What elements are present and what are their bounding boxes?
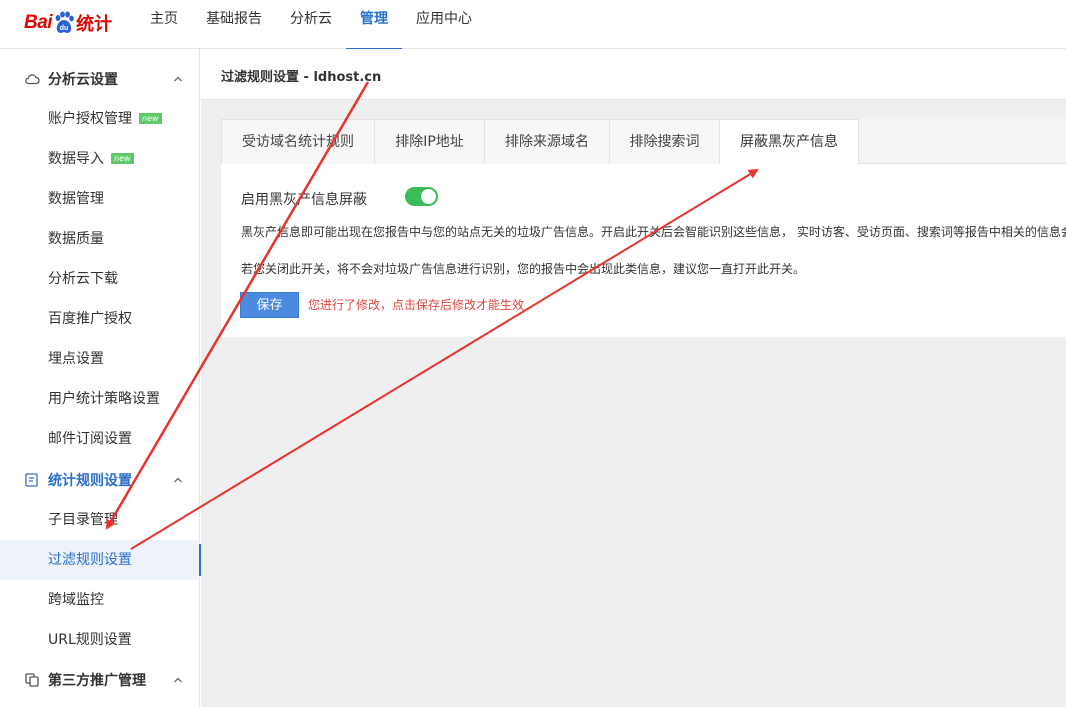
sidebar-item-cross-domain[interactable]: 跨域监控 <box>0 580 199 620</box>
sidebar-item-label: 数据导入 <box>48 151 104 167</box>
tab-visited-domain-rules[interactable]: 受访域名统计规则 <box>221 119 375 164</box>
sidebar-item-tracking-points[interactable]: 埋点设置 <box>0 339 199 379</box>
toggle-label: 启用黑灰产信息屏蔽 <box>241 192 367 208</box>
new-badge: new <box>139 113 162 124</box>
toggle-knob <box>421 189 436 204</box>
baidu-tongji-logo[interactable]: Bai du 统计 <box>24 6 112 40</box>
new-badge: new <box>111 153 134 164</box>
edit-list-icon <box>25 473 38 487</box>
nav-home[interactable]: 主页 <box>136 0 192 49</box>
nav-management[interactable]: 管理 <box>346 0 402 50</box>
description-text-1: 黑灰产信息即可能出现在您报告中与您的站点无关的垃圾广告信息。开启此开关后会智能识… <box>241 225 1066 239</box>
logo-tongji-text: 统计 <box>76 14 113 35</box>
nav-app-center[interactable]: 应用中心 <box>402 0 486 49</box>
tab-bar: 受访域名统计规则 排除IP地址 排除来源域名 排除搜索词 屏蔽黑灰产信息 <box>221 119 1066 165</box>
sidebar-item-cloud-download[interactable]: 分析云下载 <box>0 259 199 299</box>
spam-block-toggle-row: 启用黑灰产信息屏蔽 <box>241 187 438 209</box>
main-content: 过滤规则设置 - ldhost.cn 受访域名统计规则 排除IP地址 排除来源域… <box>201 49 1066 707</box>
filter-rules-panel: 受访域名统计规则 排除IP地址 排除来源域名 排除搜索词 屏蔽黑灰产信息 启用黑… <box>221 119 1066 337</box>
sidebar-item-baidu-promo-auth[interactable]: 百度推广授权 <box>0 299 199 339</box>
cloud-icon <box>25 74 40 85</box>
sidebar-group-label: 统计规则设置 <box>48 473 132 489</box>
description-text-2: 若您关闭此开关，将不会对垃圾广告信息进行识别，您的报告中会出现此类信息，建议您一… <box>241 262 806 276</box>
chevron-up-icon <box>174 76 182 82</box>
sidebar: 分析云设置 账户授权管理 new 数据导入 new 数据管理 数据质量 分析云下载 … <box>0 49 201 707</box>
save-button[interactable]: 保存 <box>240 292 299 318</box>
sidebar-item-url-rules[interactable]: URL规则设置 <box>0 620 199 660</box>
sidebar-group-stat-rules[interactable]: 统计规则设置 <box>0 460 200 500</box>
logo-bai-text: Bai <box>24 12 53 33</box>
sidebar-item-data-management[interactable]: 数据管理 <box>0 179 199 219</box>
sidebar-item-data-import[interactable]: 数据导入 new <box>0 139 199 179</box>
sidebar-group-label: 第三方推广管理 <box>48 673 146 689</box>
sidebar-group-label: 分析云设置 <box>48 72 118 88</box>
page-title: 过滤规则设置 - ldhost.cn <box>221 70 382 85</box>
baidu-paw-icon: du <box>55 11 74 33</box>
sidebar-group-third-party[interactable]: 第三方推广管理 <box>0 660 200 700</box>
tab-exclude-search-terms[interactable]: 排除搜索词 <box>610 119 720 164</box>
sidebar-item-filter-rules[interactable]: 过滤规则设置 <box>0 540 201 580</box>
nav-analytics-cloud[interactable]: 分析云 <box>276 0 346 49</box>
top-nav-bar: Bai du 统计 主页 基础报告 分析云 管理 应用中心 <box>0 0 1066 50</box>
sidebar-group-analytics-cloud[interactable]: 分析云设置 <box>0 59 200 99</box>
sidebar-item-email-subscription[interactable]: 邮件订阅设置 <box>0 419 199 459</box>
svg-text:du: du <box>60 25 69 32</box>
spam-block-toggle[interactable] <box>405 187 438 206</box>
unsaved-warning: 您进行了修改，点击保存后修改才能生效 <box>308 298 525 312</box>
tab-exclude-ip[interactable]: 排除IP地址 <box>375 119 485 164</box>
copy-icon <box>25 673 39 687</box>
sidebar-item-user-stat-policy[interactable]: 用户统计策略设置 <box>0 379 199 419</box>
chevron-up-icon <box>174 477 182 483</box>
tab-block-spam-info[interactable]: 屏蔽黑灰产信息 <box>720 119 859 165</box>
sidebar-item-account-auth[interactable]: 账户授权管理 new <box>0 99 199 139</box>
chevron-up-icon <box>174 677 182 683</box>
tab-exclude-source-domain[interactable]: 排除来源域名 <box>485 119 610 164</box>
sidebar-item-label: 账户授权管理 <box>48 111 132 127</box>
sidebar-item-subdirectory[interactable]: 子目录管理 <box>0 500 199 540</box>
sidebar-item-data-quality[interactable]: 数据质量 <box>0 219 199 259</box>
main-nav: 主页 基础报告 分析云 管理 应用中心 <box>136 0 486 50</box>
page-header: 过滤规则设置 - ldhost.cn <box>201 49 1066 100</box>
nav-basic-reports[interactable]: 基础报告 <box>192 0 276 49</box>
